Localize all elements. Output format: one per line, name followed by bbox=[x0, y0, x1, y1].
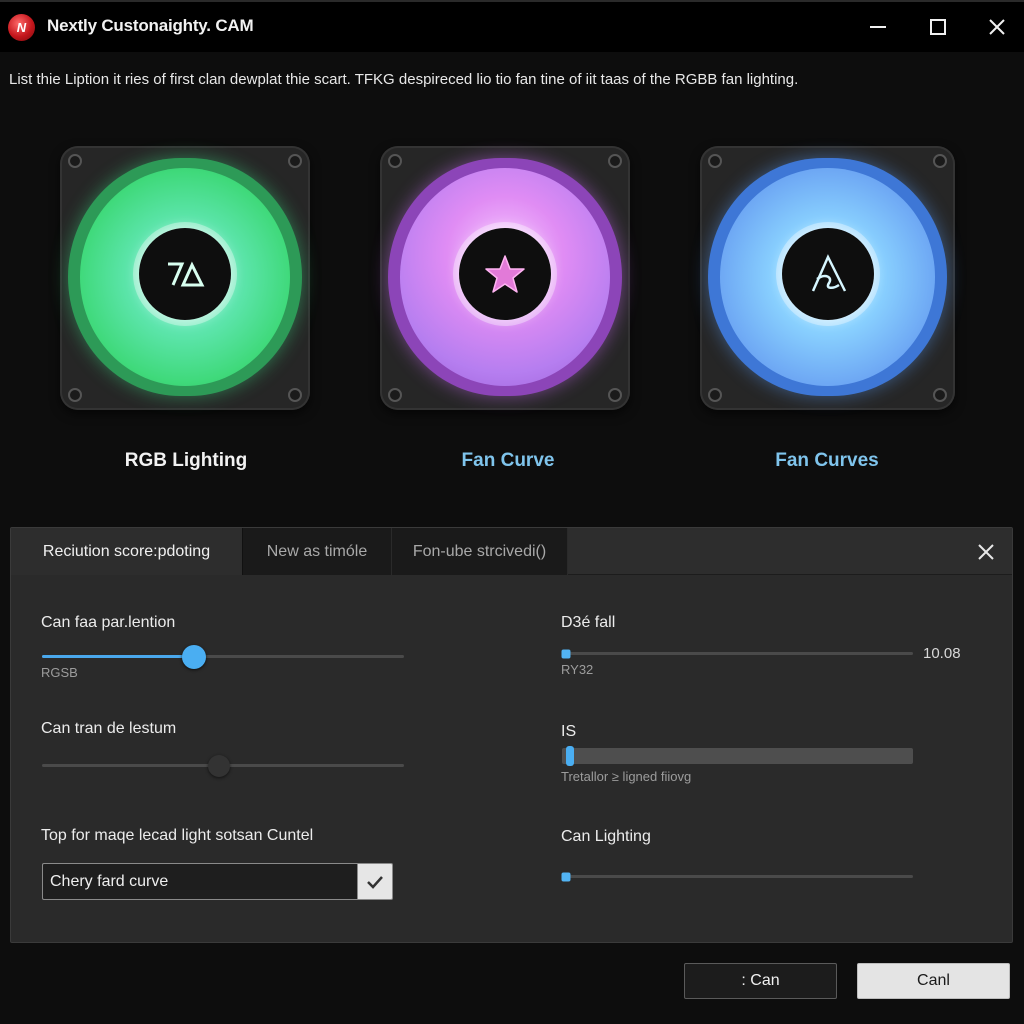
confirm-button[interactable] bbox=[357, 863, 393, 900]
right-slider1-sublabel: RY32 bbox=[561, 662, 594, 677]
window-title: Nextly Custonaighty. CAM bbox=[47, 16, 254, 35]
bar-handle[interactable] bbox=[565, 746, 574, 766]
fan-logo-7a-icon bbox=[168, 261, 205, 287]
bar-sublabel: Tretallor ≥ ligned fiiovg bbox=[561, 769, 692, 784]
slider-can-tran-de-lestum[interactable] bbox=[42, 754, 404, 777]
screw-icon bbox=[933, 154, 947, 168]
fan-logo-a-icon bbox=[811, 254, 846, 292]
screw-icon bbox=[68, 388, 82, 402]
screw-icon bbox=[288, 154, 302, 168]
title-bar: N Nextly Custonaighty. CAM bbox=[0, 0, 1024, 52]
tab-new-as-timole[interactable]: New as timóle bbox=[242, 528, 391, 575]
screw-icon bbox=[388, 388, 402, 402]
slider-thumb[interactable] bbox=[561, 649, 570, 658]
bar-label: IS bbox=[561, 723, 577, 740]
slider1-sublabel: RGSB bbox=[41, 665, 78, 680]
screw-icon bbox=[608, 388, 622, 402]
close-icon bbox=[989, 19, 1005, 35]
instruction-text: List thie Liption it ries of first clan … bbox=[9, 71, 799, 88]
fan-hub bbox=[459, 228, 551, 320]
fan-preview-rgb-lighting[interactable] bbox=[60, 146, 310, 410]
fan-curve-input[interactable]: Chery fard curve bbox=[42, 863, 357, 900]
primary-button[interactable]: Canl bbox=[857, 963, 1010, 999]
fan-preview-fan-curves[interactable] bbox=[700, 146, 955, 410]
secondary-button[interactable]: : Can bbox=[684, 963, 837, 999]
fan-label-rgb-lighting: RGB Lighting bbox=[124, 450, 248, 471]
close-window-button[interactable] bbox=[977, 8, 1017, 46]
tab-bar: Reciution score:pdoting New as timóle Fo… bbox=[11, 528, 1012, 575]
minimize-icon bbox=[870, 26, 886, 28]
slider-d3e-fall[interactable] bbox=[561, 649, 913, 658]
panel-close-button[interactable] bbox=[973, 539, 999, 565]
fan-preview-fan-curve[interactable] bbox=[380, 146, 630, 410]
progress-bar-is[interactable] bbox=[562, 746, 913, 766]
fan-curve-input-value: Chery fard curve bbox=[50, 872, 169, 890]
screw-icon bbox=[608, 154, 622, 168]
right-slider2-label: Can Lighting bbox=[561, 828, 651, 845]
maximize-icon bbox=[930, 19, 946, 35]
slider-thumb[interactable] bbox=[561, 872, 570, 881]
slider2-label: Can tran de lestum bbox=[41, 720, 177, 737]
slider-can-faa-par[interactable] bbox=[42, 644, 404, 669]
dropdown-label: Top for maqe lecad light sotsan Cuntel bbox=[41, 827, 314, 844]
screw-icon bbox=[708, 388, 722, 402]
slider-can-lighting[interactable] bbox=[561, 872, 913, 881]
minimize-button[interactable] bbox=[858, 8, 898, 46]
close-icon bbox=[978, 544, 994, 560]
fan-label-fan-curve: Fan Curve bbox=[461, 450, 555, 471]
fan-hub bbox=[139, 228, 231, 320]
screw-icon bbox=[68, 154, 82, 168]
tab-reciution-score[interactable]: Reciution score:pdoting bbox=[11, 528, 242, 575]
slider-thumb[interactable] bbox=[208, 754, 231, 777]
star-icon bbox=[485, 255, 525, 293]
app-logo-icon: N bbox=[8, 14, 35, 41]
right-slider1-label: D3é fall bbox=[561, 614, 616, 631]
fan-label-fan-curves: Fan Curves bbox=[775, 450, 879, 471]
slider-value-readout: 10.08 bbox=[923, 645, 961, 662]
maximize-button[interactable] bbox=[918, 8, 958, 46]
checkmark-icon bbox=[367, 875, 383, 889]
slider-fill bbox=[42, 655, 195, 658]
screw-icon bbox=[933, 388, 947, 402]
slider1-label: Can faa par.lention bbox=[41, 614, 176, 631]
tab-fon-ube-strcivedi[interactable]: Fon-ube strcivedi() bbox=[391, 528, 568, 575]
slider-thumb[interactable] bbox=[182, 644, 207, 669]
screw-icon bbox=[708, 154, 722, 168]
screw-icon bbox=[388, 154, 402, 168]
screw-icon bbox=[288, 388, 302, 402]
fan-hub bbox=[781, 228, 874, 320]
settings-panel: Reciution score:pdoting New as timóle Fo… bbox=[10, 527, 1013, 943]
